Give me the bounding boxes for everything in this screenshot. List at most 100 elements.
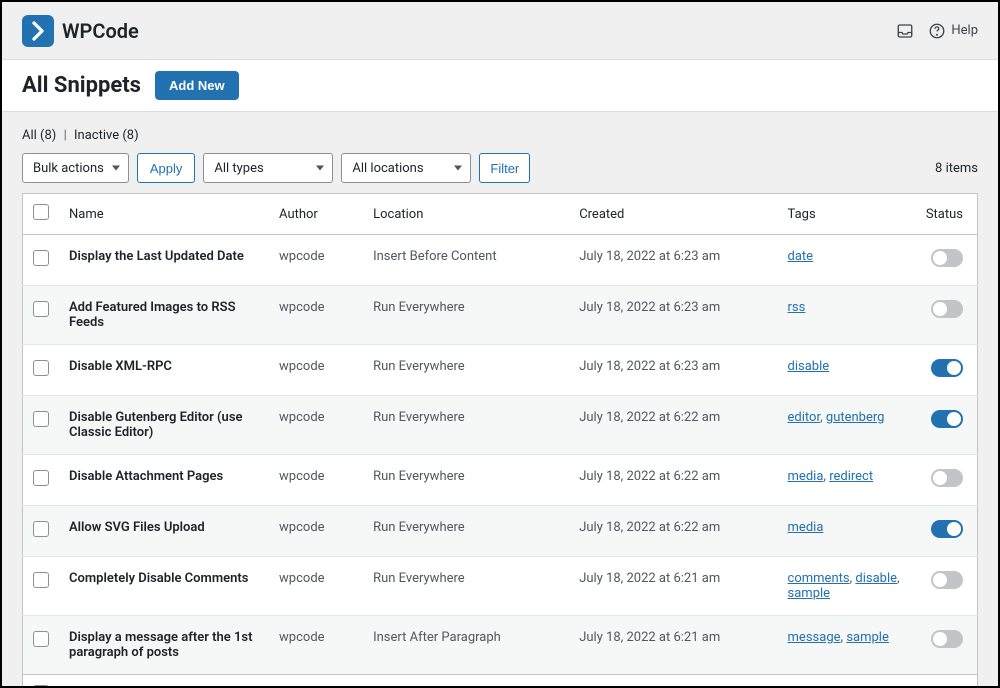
tag-link[interactable]: disable (855, 571, 897, 586)
snippet-name[interactable]: Disable Gutenberg Editor (use Classic Ed… (69, 410, 243, 440)
snippet-tags: date (778, 235, 916, 286)
col-footer-name: Name (59, 675, 269, 688)
row-checkbox[interactable] (33, 250, 49, 266)
col-footer-created: Created (569, 675, 777, 688)
tag-link[interactable]: rss (788, 300, 806, 315)
tag-link[interactable]: gutenberg (826, 410, 885, 425)
tag-link[interactable]: sample (788, 586, 831, 601)
snippet-tags: rss (778, 286, 916, 345)
brand-logo-icon (22, 15, 54, 47)
row-checkbox[interactable] (33, 572, 49, 588)
snippet-location: Run Everywhere (363, 345, 569, 396)
table-row: Display the Last Updated Date wpcode Ins… (23, 235, 978, 286)
snippet-created: July 18, 2022 at 6:23 am (569, 345, 777, 396)
snippet-name[interactable]: Completely Disable Comments (69, 571, 248, 586)
snippet-created: July 18, 2022 at 6:22 am (569, 455, 777, 506)
col-header-status: Status (916, 194, 978, 235)
tag-link[interactable]: comments (788, 571, 850, 586)
status-toggle[interactable] (931, 571, 963, 589)
status-toggle[interactable] (931, 359, 963, 377)
filter-button[interactable]: Filter (479, 153, 530, 183)
status-toggle[interactable] (931, 630, 963, 648)
status-toggle[interactable] (931, 469, 963, 487)
snippet-created: July 18, 2022 at 6:21 am (569, 616, 777, 675)
snippet-name[interactable]: Display the Last Updated Date (69, 249, 244, 264)
snippet-name[interactable]: Disable XML-RPC (69, 359, 172, 374)
col-footer-status: Status (916, 675, 978, 688)
snippet-created: July 18, 2022 at 6:23 am (569, 286, 777, 345)
snippet-author: wpcode (269, 616, 363, 675)
col-footer-author: Author (269, 675, 363, 688)
snippet-tags: media, redirect (778, 455, 916, 506)
help-label: Help (951, 23, 978, 38)
snippet-tags: message, sample (778, 616, 916, 675)
brand-name: WPCode (62, 19, 139, 43)
inbox-icon[interactable] (896, 22, 914, 40)
col-header-name[interactable]: Name (59, 194, 269, 235)
table-row: Disable Attachment Pages wpcode Run Ever… (23, 455, 978, 506)
snippet-author: wpcode (269, 455, 363, 506)
row-checkbox[interactable] (33, 360, 49, 376)
tag-link[interactable]: message (788, 630, 841, 645)
snippet-tags: comments, disable, sample (778, 557, 916, 616)
tag-link[interactable]: disable (788, 359, 830, 374)
tag-link[interactable]: date (788, 249, 814, 264)
snippet-tags: editor, gutenberg (778, 396, 916, 455)
help-icon (928, 22, 946, 40)
row-checkbox[interactable] (33, 521, 49, 537)
snippet-author: wpcode (269, 286, 363, 345)
snippet-name[interactable]: Display a message after the 1st paragrap… (69, 630, 252, 660)
tag-link[interactable]: media (788, 520, 824, 535)
snippet-author: wpcode (269, 506, 363, 557)
table-row: Add Featured Images to RSS Feeds wpcode … (23, 286, 978, 345)
snippet-author: wpcode (269, 235, 363, 286)
filter-all-count: (8) (40, 128, 56, 143)
tag-link[interactable]: editor (788, 410, 821, 425)
table-row: Disable Gutenberg Editor (use Classic Ed… (23, 396, 978, 455)
col-header-location: Location (363, 194, 569, 235)
filter-inactive-count: (8) (122, 128, 138, 143)
add-new-button[interactable]: Add New (155, 71, 239, 100)
select-all-checkbox[interactable] (33, 204, 49, 220)
row-checkbox[interactable] (33, 301, 49, 317)
snippets-table: Name Author Location Created Tags Status… (22, 193, 978, 688)
status-toggle[interactable] (931, 300, 963, 318)
snippet-name[interactable]: Disable Attachment Pages (69, 469, 223, 484)
snippet-created: July 18, 2022 at 6:23 am (569, 235, 777, 286)
tag-link[interactable]: media (788, 469, 824, 484)
snippet-location: Run Everywhere (363, 396, 569, 455)
locations-select[interactable]: All locations (341, 153, 471, 183)
tag-link[interactable]: sample (846, 630, 889, 645)
snippet-created: July 18, 2022 at 6:21 am (569, 557, 777, 616)
table-row: Completely Disable Comments wpcode Run E… (23, 557, 978, 616)
status-toggle[interactable] (931, 249, 963, 267)
status-toggle[interactable] (931, 410, 963, 428)
apply-button[interactable]: Apply (137, 153, 196, 183)
snippet-name[interactable]: Add Featured Images to RSS Feeds (69, 300, 236, 330)
snippet-tags: media (778, 506, 916, 557)
snippet-author: wpcode (269, 396, 363, 455)
snippet-location: Run Everywhere (363, 557, 569, 616)
help-link[interactable]: Help (928, 22, 978, 40)
snippet-name[interactable]: Allow SVG Files Upload (69, 520, 205, 535)
types-select[interactable]: All types (203, 153, 333, 183)
col-header-author: Author (269, 194, 363, 235)
tag-link[interactable]: redirect (829, 469, 873, 484)
snippet-tags: disable (778, 345, 916, 396)
col-footer-location: Location (363, 675, 569, 688)
filter-all-label[interactable]: All (22, 128, 37, 143)
col-header-tags: Tags (778, 194, 916, 235)
status-toggle[interactable] (931, 520, 963, 538)
col-header-created: Created (569, 194, 777, 235)
row-checkbox[interactable] (33, 411, 49, 427)
status-filter-links: All (8) | Inactive (8) (22, 128, 978, 143)
title-bar: All Snippets Add New (2, 60, 998, 112)
snippet-location: Insert Before Content (363, 235, 569, 286)
row-checkbox[interactable] (33, 631, 49, 647)
table-row: Disable XML-RPC wpcode Run Everywhere Ju… (23, 345, 978, 396)
row-checkbox[interactable] (33, 470, 49, 486)
snippet-location: Run Everywhere (363, 455, 569, 506)
bulk-actions-select[interactable]: Bulk actions (22, 153, 129, 183)
snippet-created: July 18, 2022 at 6:22 am (569, 506, 777, 557)
filter-inactive-link[interactable]: Inactive (74, 128, 119, 143)
